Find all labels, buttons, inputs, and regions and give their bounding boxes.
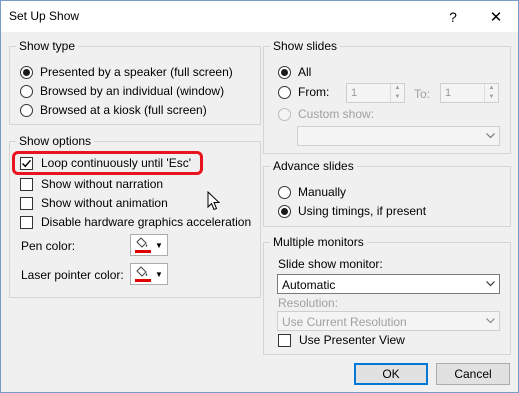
radio-indicator[interactable]	[278, 85, 291, 99]
radio-browsed-at-kiosk[interactable]: Browsed at a kiosk (full screen)	[20, 103, 207, 117]
show-options-legend: Show options	[19, 134, 92, 148]
pen-color-label: Pen color:	[21, 239, 76, 253]
radio-all-slides[interactable]: All	[278, 65, 311, 79]
checkbox-label: Disable hardware graphics acceleration	[41, 215, 252, 229]
from-slide-spinner[interactable]: 1 ▲ ▼	[346, 83, 405, 103]
checkbox-label: Use Presenter View	[299, 333, 405, 347]
ok-button[interactable]: OK	[354, 363, 428, 385]
resolution-label: Resolution:	[278, 296, 339, 310]
title-bar: Set Up Show ? ✕	[1, 1, 518, 32]
chevron-down-icon: ▼	[155, 240, 163, 250]
pen-color-button[interactable]: ▼	[130, 234, 168, 256]
radio-indicator[interactable]	[278, 65, 291, 79]
pen-color-swatch	[135, 250, 152, 253]
laser-pointer-color-button[interactable]: ▼	[130, 263, 168, 285]
paint-bucket-icon	[135, 266, 152, 282]
show-type-legend: Show type	[19, 39, 76, 53]
radio-label: Presented by a speaker (full screen)	[40, 65, 233, 79]
custom-show-dropdown[interactable]	[297, 126, 500, 146]
show-slides-legend: Show slides	[273, 39, 338, 53]
radio-label: Browsed at a kiosk (full screen)	[40, 103, 207, 117]
checkmark-icon	[22, 159, 32, 167]
resolution-value: Use Current Resolution	[282, 315, 407, 329]
checkbox-loop-continuously[interactable]: Loop continuously until 'Esc'	[20, 156, 191, 170]
chevron-down-icon	[482, 312, 499, 330]
chevron-down-icon	[482, 275, 499, 293]
from-slide-value: 1	[351, 87, 358, 99]
checkbox-indicator[interactable]	[20, 215, 33, 229]
spin-down-icon[interactable]: ▼	[485, 93, 498, 102]
dialog-title: Set Up Show	[9, 9, 80, 23]
mouse-pointer-icon	[207, 191, 221, 211]
radio-browsed-by-individual[interactable]: Browsed by an individual (window)	[20, 84, 224, 98]
slide-show-monitor-label: Slide show monitor:	[278, 257, 383, 271]
checkbox-show-without-narration[interactable]: Show without narration	[20, 177, 163, 191]
radio-label: From:	[298, 85, 330, 99]
radio-presented-by-speaker[interactable]: Presented by a speaker (full screen)	[20, 65, 233, 79]
help-button[interactable]: ?	[431, 1, 475, 32]
checkbox-label: Loop continuously until 'Esc'	[41, 156, 192, 170]
chevron-down-icon: ▼	[155, 269, 163, 279]
multiple-monitors-legend: Multiple monitors	[273, 235, 364, 249]
to-slide-value: 1	[445, 87, 452, 99]
checkbox-disable-hw-acceleration[interactable]: Disable hardware graphics acceleration	[20, 215, 251, 229]
spin-up-icon[interactable]: ▲	[391, 84, 404, 93]
radio-custom-show[interactable]: Custom show:	[278, 107, 374, 121]
checkbox-indicator[interactable]	[20, 196, 33, 210]
laser-pointer-color-label: Laser pointer color:	[21, 268, 124, 282]
radio-label: Manually	[298, 185, 347, 199]
radio-indicator[interactable]	[278, 107, 291, 121]
checkbox-label: Show without narration	[41, 177, 164, 191]
to-label: To:	[414, 87, 431, 101]
radio-using-timings[interactable]: Using timings, if present	[278, 204, 426, 218]
close-button[interactable]: ✕	[474, 1, 518, 32]
checkbox-use-presenter-view[interactable]: Use Presenter View	[278, 333, 405, 347]
radio-indicator[interactable]	[20, 65, 33, 79]
radio-label: Custom show:	[298, 107, 375, 121]
spinner-arrows[interactable]: ▲ ▼	[484, 84, 498, 102]
radio-indicator[interactable]	[20, 84, 33, 98]
radio-label: Using timings, if present	[298, 204, 427, 218]
spin-down-icon[interactable]: ▼	[391, 93, 404, 102]
monitor-value: Automatic	[282, 278, 336, 292]
radio-label: Browsed by an individual (window)	[40, 84, 225, 98]
radio-from-slides[interactable]: From:	[278, 85, 329, 99]
spin-up-icon[interactable]: ▲	[485, 84, 498, 93]
checkbox-show-without-animation[interactable]: Show without animation	[20, 196, 168, 210]
radio-indicator[interactable]	[278, 204, 291, 218]
to-slide-spinner[interactable]: 1 ▲ ▼	[440, 83, 499, 103]
set-up-show-dialog: Set Up Show ? ✕ Show type Presented by a…	[0, 0, 519, 393]
checkbox-label: Show without animation	[41, 196, 168, 210]
cancel-button[interactable]: Cancel	[436, 363, 510, 385]
paint-bucket-icon	[135, 237, 152, 253]
radio-label: All	[298, 65, 312, 79]
radio-manually[interactable]: Manually	[278, 185, 346, 199]
radio-indicator[interactable]	[278, 185, 291, 199]
checkbox-indicator[interactable]	[20, 156, 33, 170]
checkbox-indicator[interactable]	[20, 177, 33, 191]
chevron-down-icon	[482, 127, 499, 145]
checkbox-indicator[interactable]	[278, 333, 291, 347]
radio-indicator[interactable]	[20, 103, 33, 117]
slide-show-monitor-dropdown[interactable]: Automatic	[277, 274, 500, 294]
laser-color-swatch	[135, 279, 152, 282]
spinner-arrows[interactable]: ▲ ▼	[390, 84, 404, 102]
resolution-dropdown[interactable]: Use Current Resolution	[277, 311, 500, 331]
advance-slides-legend: Advance slides	[273, 159, 354, 173]
